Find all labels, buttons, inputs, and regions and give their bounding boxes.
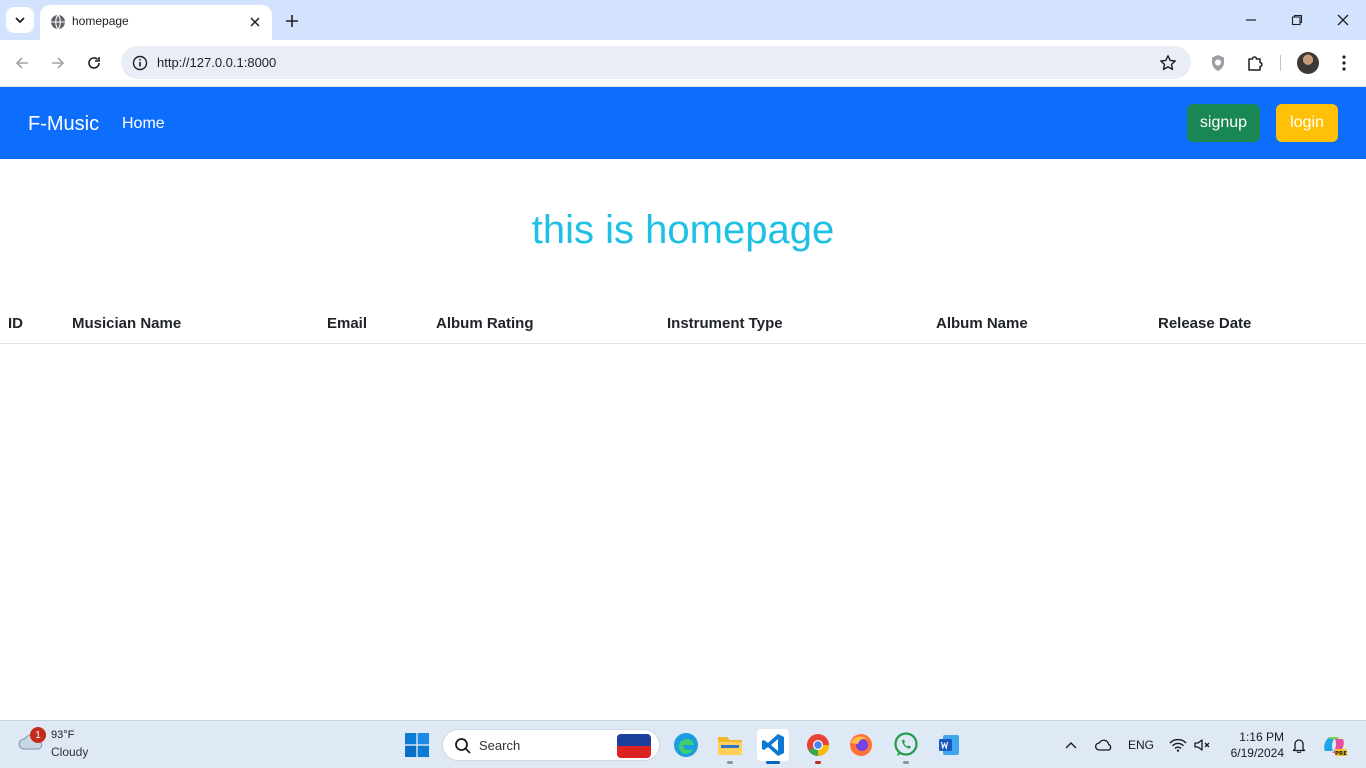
arrow-right-icon [52, 57, 65, 69]
active-indicator [766, 761, 780, 764]
column-header-instrument-type: Instrument Type [667, 315, 783, 332]
taskbar-app-edge[interactable] [670, 729, 702, 761]
bookmark-button[interactable] [1157, 52, 1179, 74]
taskbar-app-whatsapp[interactable] [890, 729, 922, 764]
show-hidden-icons-button[interactable] [1062, 736, 1080, 754]
edge-icon [674, 733, 698, 757]
column-header-release-date: Release Date [1158, 315, 1252, 332]
musician-table-header: ID Musician Name Email Album Rating Inst… [0, 304, 1366, 344]
copilot-button[interactable]: PRE [1320, 732, 1348, 758]
clock-time: 1:16 PM [1239, 730, 1284, 744]
cloud-icon [1095, 739, 1112, 751]
chevron-up-icon [1065, 742, 1077, 749]
back-button[interactable] [10, 51, 34, 75]
site-info-button[interactable] [129, 52, 151, 74]
chrome-icon [807, 734, 829, 756]
site-navbar: F-Music Home signup login [0, 87, 1366, 159]
notifications-button[interactable] [1290, 736, 1308, 754]
weather-alert-badge: 1 [30, 727, 46, 743]
shield-icon [1212, 55, 1224, 71]
column-header-musician-name: Musician Name [72, 315, 182, 332]
login-button[interactable]: login [1276, 104, 1338, 142]
system-clock[interactable]: 1:16 PM 6/19/2024 [1222, 729, 1284, 761]
taskbar-search-box[interactable]: Search [442, 729, 660, 761]
reload-icon [88, 57, 100, 69]
more-vertical-icon [1342, 55, 1346, 71]
menu-button[interactable] [1332, 51, 1356, 75]
star-icon [1160, 55, 1176, 71]
browser-tabstrip: homepage [0, 0, 1366, 40]
clock-date: 6/19/2024 [1230, 746, 1284, 760]
toolbar-divider [1280, 55, 1281, 71]
column-header-album-name: Album Name [936, 315, 1028, 332]
reload-button[interactable] [82, 51, 106, 75]
weather-condition: Cloudy [51, 745, 89, 759]
close-window-button[interactable] [1331, 8, 1355, 32]
forward-button[interactable] [46, 51, 70, 75]
search-placeholder: Search [479, 738, 521, 753]
running-indicator [727, 761, 733, 764]
restore-button[interactable] [1285, 8, 1309, 32]
whatsapp-icon [894, 732, 918, 756]
search-icon [455, 738, 471, 754]
svg-text:PRE: PRE [1335, 751, 1347, 757]
input-language[interactable]: ENG [1128, 738, 1154, 752]
puzzle-icon [1248, 56, 1263, 71]
vscode-icon [762, 734, 784, 756]
profile-avatar[interactable] [1297, 52, 1319, 74]
minimize-icon [1246, 19, 1256, 21]
new-tab-button[interactable] [280, 9, 304, 33]
taskbar-app-chrome[interactable] [802, 729, 834, 764]
chevron-down-icon [15, 17, 25, 24]
taskbar-app-vscode[interactable] [757, 729, 789, 764]
onedrive-button[interactable] [1094, 736, 1114, 754]
extension-shield-button[interactable] [1206, 51, 1230, 75]
page-heading: this is homepage [531, 208, 835, 252]
tab-search-button[interactable] [6, 7, 34, 33]
volume-button[interactable] [1192, 736, 1212, 754]
plus-icon [286, 15, 298, 27]
bell-icon [1292, 739, 1306, 753]
address-bar[interactable]: http://127.0.0.1:8000 [121, 46, 1191, 79]
info-icon [132, 55, 148, 71]
taskbar-app-file-explorer[interactable] [714, 729, 746, 764]
tab-close-button[interactable] [246, 13, 264, 31]
search-highlight-icon [617, 734, 651, 758]
url-text[interactable]: http://127.0.0.1:8000 [157, 55, 276, 70]
running-indicator [903, 761, 909, 764]
volume-muted-icon [1194, 739, 1210, 751]
tab-title: homepage [72, 14, 129, 28]
folder-icon [718, 737, 742, 755]
column-header-email: Email [327, 315, 368, 332]
extensions-button[interactable] [1243, 51, 1267, 75]
wifi-icon [1169, 738, 1187, 752]
browser-toolbar: http://127.0.0.1:8000 [0, 40, 1366, 87]
firefox-icon [850, 734, 872, 756]
windows-taskbar: 1 93°F Cloudy Search ENG 1:16 PM 6/19/20… [0, 720, 1366, 768]
signup-button[interactable]: signup [1187, 104, 1260, 142]
column-header-album-rating: Album Rating [436, 315, 534, 332]
taskbar-app-word[interactable] [933, 729, 965, 761]
close-icon [250, 17, 260, 27]
restore-icon [1291, 14, 1303, 26]
word-icon [939, 735, 959, 755]
close-icon [1337, 14, 1349, 26]
column-header-id: ID [8, 315, 23, 332]
weather-temperature: 93°F [51, 729, 75, 741]
network-button[interactable] [1168, 736, 1188, 754]
windows-start-icon[interactable] [405, 733, 429, 757]
browser-tab[interactable]: homepage [40, 5, 272, 40]
running-indicator [815, 761, 821, 764]
copilot-icon: PRE [1324, 737, 1347, 757]
nav-link-home[interactable]: Home [122, 115, 165, 133]
arrow-left-icon [15, 57, 28, 69]
minimize-button[interactable] [1239, 8, 1263, 32]
taskbar-app-firefox[interactable] [845, 729, 877, 761]
brand-logo[interactable]: F-Music [28, 113, 99, 136]
globe-icon [51, 14, 65, 30]
